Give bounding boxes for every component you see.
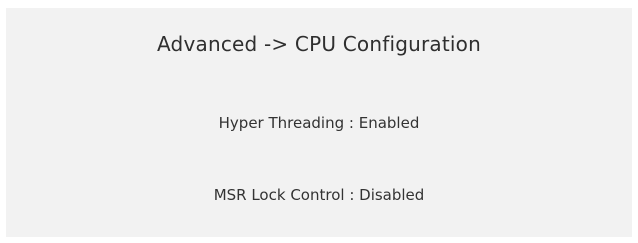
setting-label: MSR Lock Control — [213, 186, 345, 204]
page-title: Advanced -> CPU Configuration — [157, 32, 481, 56]
setting-value: Enabled — [358, 114, 420, 132]
setting-value: Disabled — [359, 186, 425, 204]
cpu-configuration-panel: Advanced -> CPU Configuration Hyper Thre… — [6, 8, 632, 237]
setting-msr-lock-control[interactable]: MSR Lock Control : Disabled — [6, 186, 632, 204]
setting-label: Hyper Threading — [218, 114, 345, 132]
setting-separator: : — [344, 114, 359, 132]
setting-hyper-threading[interactable]: Hyper Threading : Enabled — [6, 114, 632, 132]
setting-separator: : — [344, 186, 360, 204]
